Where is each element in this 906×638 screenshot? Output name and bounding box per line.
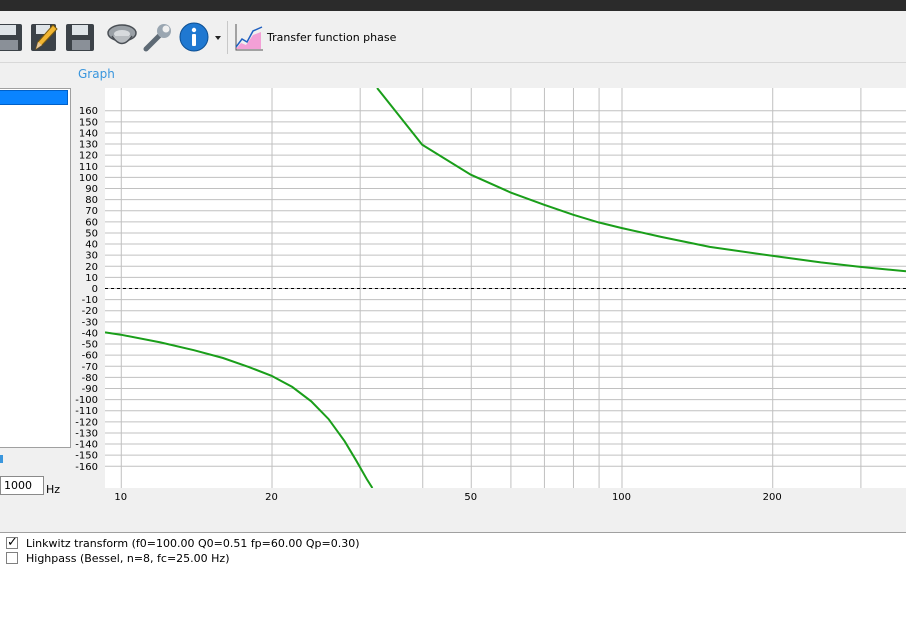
view-title-label[interactable]: Transfer function phase (267, 31, 396, 44)
frequency-input[interactable]: 1000 (0, 476, 44, 495)
y-tick-label: 90 (85, 184, 98, 195)
y-tick-label: 140 (79, 128, 98, 139)
y-tick-label: -30 (82, 317, 98, 328)
legend-checkbox-unchecked[interactable] (6, 552, 18, 564)
legend-item-label: Highpass (Bessel, n=8, fc=25.00 Hz) (26, 552, 230, 565)
y-tick-label: 120 (79, 151, 98, 162)
y-tick-label: 150 (79, 117, 98, 128)
toolbar-separator (227, 21, 228, 54)
y-tick-label: -140 (75, 440, 98, 451)
x-tick-label: 20 (265, 492, 278, 503)
x-tick-label: 10 (114, 492, 127, 503)
y-tick-label: 100 (79, 173, 98, 184)
window-title-bar (0, 0, 906, 11)
y-tick-label: 160 (79, 106, 98, 117)
y-tick-label: 130 (79, 140, 98, 151)
y-tick-label: -80 (82, 373, 98, 384)
transfer-function-chart-icon[interactable] (233, 21, 265, 53)
graph-tab-label: Graph (78, 67, 115, 81)
save-as-icon[interactable] (64, 21, 96, 53)
y-tick-label: -40 (82, 328, 98, 339)
info-icon[interactable] (178, 21, 210, 53)
legend-checkbox-checked[interactable]: ✓ (6, 536, 18, 549)
frequency-unit-label: Hz (46, 483, 61, 496)
y-tick-label: -90 (82, 384, 98, 395)
y-tick-label: 50 (85, 228, 98, 239)
save-icon[interactable] (0, 21, 24, 53)
y-tick-label: -70 (82, 362, 98, 373)
y-tick-label: 80 (85, 195, 98, 206)
y-tick-label: 10 (85, 273, 98, 284)
y-tick-label: 60 (85, 217, 98, 228)
legend-item-label: Linkwitz transform (f0=100.00 Q0=0.51 fp… (26, 537, 360, 550)
x-tick-label: 100 (612, 492, 631, 503)
y-tick-label: -20 (82, 306, 98, 317)
y-tick-label: 0 (92, 284, 98, 295)
y-tick-label: -100 (75, 395, 98, 406)
driver-icon[interactable] (106, 21, 138, 53)
y-tick-label: -60 (82, 351, 98, 362)
y-tick-label: -10 (82, 295, 98, 306)
x-tick-label: 50 (464, 492, 477, 503)
toolbar: Transfer function phase (0, 11, 906, 63)
edit-icon[interactable] (28, 21, 60, 53)
y-tick-label: -130 (75, 428, 98, 439)
y-tick-label: -150 (75, 451, 98, 462)
y-tick-label: -110 (75, 406, 98, 417)
settings-wrench-icon[interactable] (142, 21, 174, 53)
y-tick-label: 30 (85, 251, 98, 262)
legend-panel: ✓ Linkwitz transform (f0=100.00 Q0=0.51 … (0, 532, 906, 638)
panel-marker (0, 455, 3, 463)
y-tick-label: -160 (75, 462, 98, 473)
y-tick-label: 70 (85, 206, 98, 217)
x-tick-label: 200 (763, 492, 782, 503)
y-tick-label: 110 (79, 162, 98, 173)
curve-list-selected-item[interactable] (0, 90, 68, 105)
y-tick-label: -50 (82, 340, 98, 351)
y-tick-label: 20 (85, 262, 98, 273)
y-tick-label: -120 (75, 417, 98, 428)
dropdown-arrow-icon[interactable] (214, 35, 222, 41)
y-tick-label: 40 (85, 240, 98, 251)
chart-axes: 1601501401301201101009080706050403020100… (75, 106, 782, 503)
